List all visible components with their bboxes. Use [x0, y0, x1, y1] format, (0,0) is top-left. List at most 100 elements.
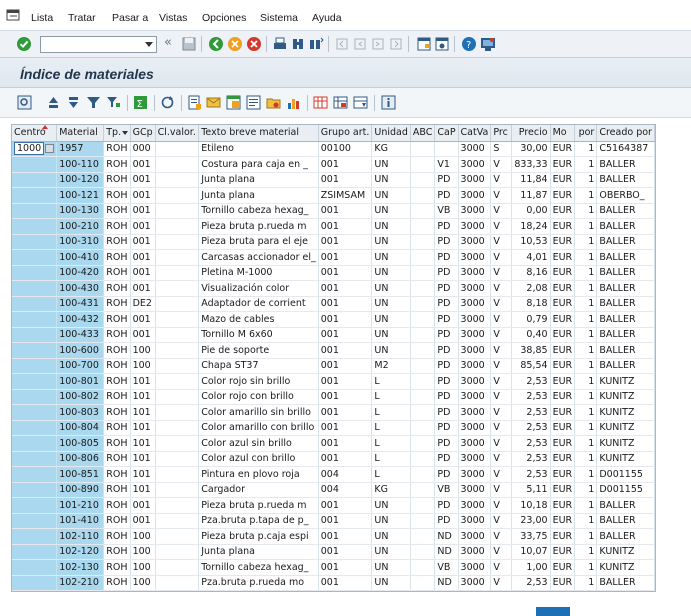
table-cell[interactable]: 001 — [130, 187, 156, 204]
table-cell[interactable] — [155, 156, 200, 173]
table-cell[interactable]: 101 — [130, 482, 156, 498]
table-cell[interactable]: ROH — [103, 172, 131, 188]
table-cell[interactable]: Cargador — [198, 482, 319, 498]
table-cell[interactable]: 001 — [318, 513, 373, 529]
column-header-precio[interactable]: Precio — [511, 125, 551, 142]
table-row[interactable]: 100-130 ROH 001 Tornillo cabeza hexag_ 001 UN… — [12, 203, 655, 219]
table-cell[interactable]: ROH — [103, 513, 131, 529]
table-row[interactable]: 100-110 ROH 001 Costura para caja en _ 001 UN… — [12, 156, 655, 173]
table-cell[interactable]: 101 — [130, 451, 156, 467]
table-cell[interactable]: 3000 — [458, 389, 492, 405]
table-cell[interactable]: 3000 — [458, 559, 492, 576]
table-cell[interactable]: 001 — [318, 265, 373, 281]
table-cell[interactable]: 1 — [574, 404, 598, 421]
table-cell[interactable]: 3000 — [458, 265, 492, 281]
table-cell[interactable]: EUR — [550, 575, 576, 591]
filter-settings-icon[interactable] — [106, 95, 121, 110]
table-cell[interactable]: 3000 — [458, 358, 492, 374]
table-cell[interactable]: 001 — [318, 404, 373, 421]
table-cell[interactable]: EUR — [550, 544, 576, 560]
table-cell[interactable]: 1 — [574, 203, 598, 219]
details-icon[interactable] — [17, 95, 32, 110]
table-cell[interactable]: Color amarillo con brillo — [198, 420, 319, 436]
table-cell[interactable]: ND — [434, 544, 459, 560]
table-cell[interactable]: EUR — [550, 249, 576, 266]
table-cell[interactable] — [410, 513, 436, 529]
table-cell[interactable]: VB — [434, 482, 459, 498]
cancel-icon[interactable] — [246, 36, 262, 52]
filter-icon[interactable] — [86, 95, 101, 110]
table-cell[interactable]: 001 — [318, 373, 373, 390]
table-cell[interactable]: 33,75 — [511, 528, 551, 545]
table-cell[interactable]: PD — [434, 234, 459, 250]
table-cell[interactable] — [155, 575, 200, 591]
table-cell[interactable]: 100-890 — [56, 482, 105, 498]
table-row[interactable]: 100-431 ROH DE2 Adaptador de corrient 001 UN P… — [12, 296, 655, 312]
table-row[interactable]: 100-600 ROH 100 Pie de soporte 001 UN PD 3000 V 3… — [12, 342, 655, 359]
table-cell[interactable]: EUR — [550, 156, 576, 173]
chevron-down-icon[interactable] — [145, 42, 153, 47]
double-chevron-left-icon[interactable]: « — [164, 35, 180, 51]
table-cell[interactable]: 100-806 — [56, 451, 105, 467]
table-cell[interactable]: PD — [434, 358, 459, 374]
table-cell[interactable] — [410, 559, 436, 576]
table-cell[interactable]: 1 — [574, 451, 598, 467]
table-cell[interactable]: ROH — [103, 497, 131, 514]
table-cell[interactable]: KUNITZ — [596, 544, 655, 560]
table-cell[interactable] — [12, 451, 58, 467]
table-cell[interactable]: Visualización color — [198, 280, 319, 297]
table-cell[interactable]: 004 — [318, 482, 373, 498]
exit-icon[interactable] — [227, 36, 243, 52]
table-cell[interactable]: EUR — [550, 482, 576, 498]
table-cell[interactable]: 1 — [574, 156, 598, 173]
table-cell[interactable]: 001 — [318, 311, 373, 328]
table-cell[interactable]: 1 — [574, 249, 598, 266]
table-cell[interactable]: EUR — [550, 203, 576, 219]
table-cell[interactable]: V — [490, 559, 512, 576]
table-cell[interactable]: 3000 — [458, 311, 492, 328]
table-row[interactable]: 100-120 ROH 001 Junta plana 001 UN PD 3000 V 11,8… — [12, 172, 655, 188]
table-cell[interactable] — [12, 265, 58, 281]
table-cell[interactable] — [155, 389, 200, 405]
table-row[interactable]: 101-210 ROH 001 Pieza bruta p.rueda m 001 UN P… — [12, 497, 655, 514]
table-cell[interactable]: EUR — [550, 280, 576, 297]
table-cell[interactable]: 100 — [130, 528, 156, 545]
table-cell[interactable]: 1 — [574, 342, 598, 359]
table-cell[interactable]: BALLER — [596, 358, 655, 374]
table-row[interactable]: 100-805 ROH 101 Color azul sin brillo 001 L PD… — [12, 435, 655, 452]
table-cell[interactable] — [12, 311, 58, 328]
table-cell[interactable]: UN — [371, 342, 411, 359]
table-cell[interactable] — [155, 466, 200, 483]
table-cell[interactable]: UN — [371, 544, 411, 560]
table-cell[interactable]: 3000 — [458, 544, 492, 560]
table-cell[interactable]: KG — [371, 141, 411, 157]
table-row[interactable]: 100-410 ROH 001 Carcasas accionador el_ 001 U… — [12, 249, 655, 266]
table-cell[interactable]: EUR — [550, 172, 576, 188]
table-cell[interactable]: UN — [371, 528, 411, 545]
table-cell[interactable]: 1 — [574, 513, 598, 529]
table-row[interactable]: 101-410 ROH 001 Pza.bruta p.tapa de p_ 001 UN… — [12, 513, 655, 529]
table-row[interactable]: 100-806 ROH 101 Color azul con brillo 001 L PD… — [12, 451, 655, 467]
table-cell[interactable]: 100-432 — [56, 311, 105, 328]
table-cell[interactable]: 3000 — [458, 575, 492, 591]
table-cell[interactable] — [155, 296, 200, 312]
table-cell[interactable] — [410, 420, 436, 436]
table-cell[interactable]: ROH — [103, 389, 131, 405]
table-cell[interactable]: BALLER — [596, 249, 655, 266]
print-icon[interactable] — [272, 36, 288, 52]
table-cell[interactable]: Color rojo sin brillo — [198, 373, 319, 390]
table-cell[interactable]: 3000 — [458, 342, 492, 359]
table-cell[interactable]: KUNITZ — [596, 373, 655, 390]
table-cell[interactable]: 101 — [130, 420, 156, 436]
column-header-creado-por[interactable]: Creado por — [596, 125, 655, 142]
table-cell[interactable]: 001 — [130, 172, 156, 188]
table-cell[interactable] — [12, 172, 58, 188]
table-cell[interactable]: 3000 — [458, 203, 492, 219]
table-cell[interactable]: UN — [371, 249, 411, 266]
table-cell[interactable] — [410, 544, 436, 560]
table-cell[interactable]: V — [490, 187, 512, 204]
table-cell[interactable]: 100-803 — [56, 404, 105, 421]
table-cell[interactable]: V — [490, 203, 512, 219]
table-cell[interactable]: 1 — [574, 559, 598, 576]
table-cell[interactable] — [12, 544, 58, 560]
